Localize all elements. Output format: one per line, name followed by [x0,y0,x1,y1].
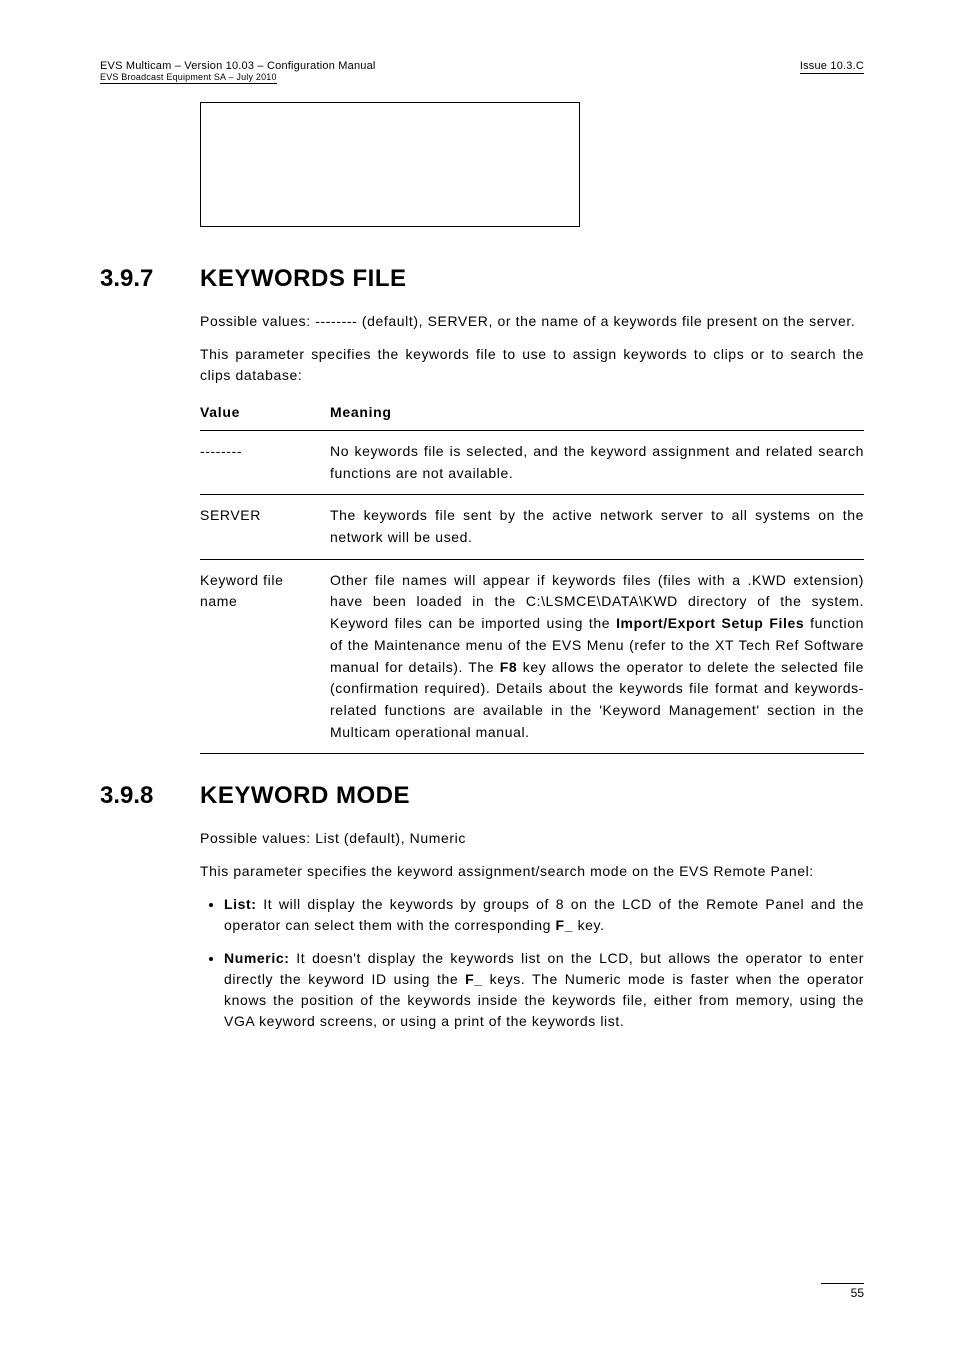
header-issue: Issue 10.3.C [800,60,864,74]
table-header-meaning: Meaning [330,398,864,431]
keyword-mode-list: List: It will display the keywords by gr… [200,894,864,1032]
table-row: SERVER The keywords file sent by the act… [200,495,864,559]
section-title: KEYWORDS FILE [200,265,407,293]
table-header-value: Value [200,398,330,431]
section-number: 3.9.8 [100,782,200,810]
section-397-heading: 3.9.7 KEYWORDS FILE [100,265,864,293]
table-cell-meaning: Other file names will appear if keywords… [330,559,864,754]
section-397-intro1: Possible values: -------- (default), SER… [200,311,864,332]
figure-placeholder [200,102,580,227]
page-header: EVS Multicam – Version 10.03 – Configura… [100,60,864,84]
table-cell-value: -------- [200,431,330,495]
table-cell-meaning: No keywords file is selected, and the ke… [330,431,864,495]
header-doc-title: EVS Multicam – Version 10.03 – Configura… [100,60,376,72]
table-cell-value: Keyword file name [200,559,330,754]
table-cell-meaning: The keywords file sent by the active net… [330,495,864,559]
page-number: 55 [821,1283,864,1300]
table-row: Keyword file name Other file names will … [200,559,864,754]
table-cell-value: SERVER [200,495,330,559]
keywords-file-table: Value Meaning -------- No keywords file … [200,398,864,754]
table-row: -------- No keywords file is selected, a… [200,431,864,495]
list-item: Numeric: It doesn't display the keywords… [224,948,864,1032]
section-398-intro1: Possible values: List (default), Numeric [200,828,864,849]
section-title: KEYWORD MODE [200,782,410,810]
section-398-intro2: This parameter specifies the keyword ass… [200,861,864,882]
section-398-heading: 3.9.8 KEYWORD MODE [100,782,864,810]
header-doc-sub: EVS Broadcast Equipment SA – July 2010 [100,72,277,84]
header-left: EVS Multicam – Version 10.03 – Configura… [100,60,376,84]
section-number: 3.9.7 [100,265,200,293]
section-397-intro2: This parameter specifies the keywords fi… [200,344,864,386]
list-item: List: It will display the keywords by gr… [224,894,864,936]
